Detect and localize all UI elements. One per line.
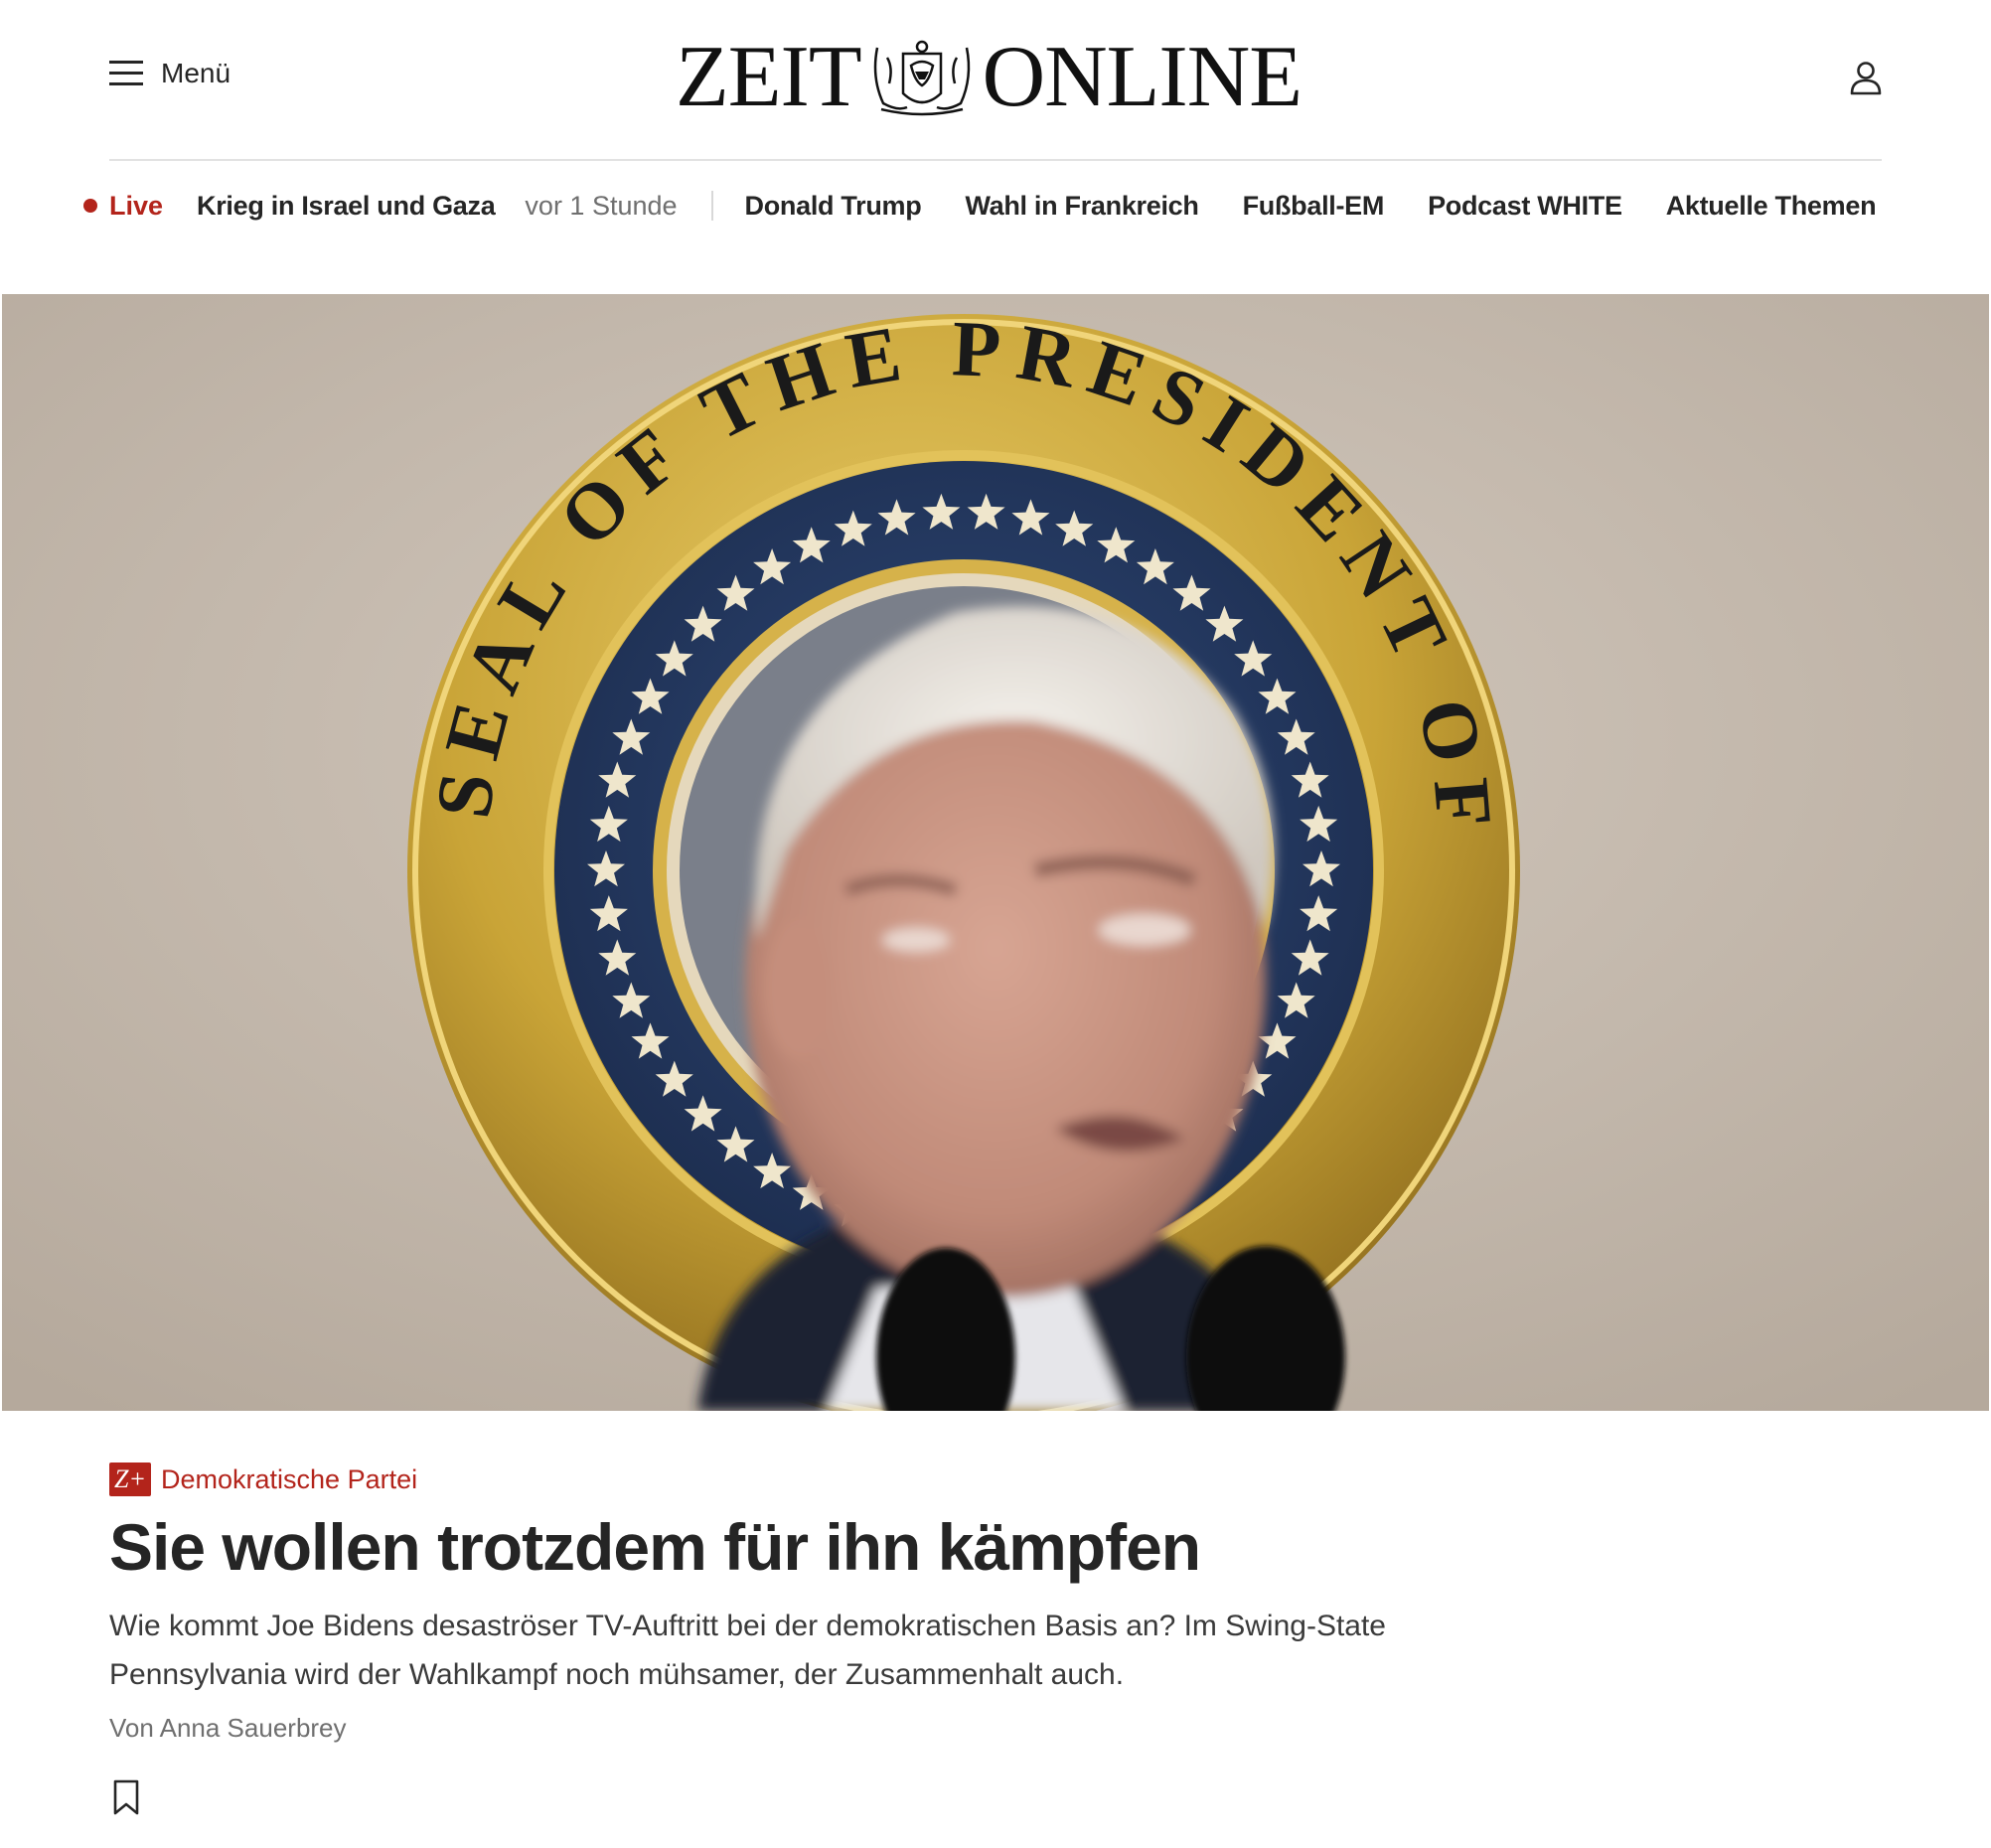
header-divider [109,159,1882,161]
live-dot-icon [83,199,97,213]
live-topic-link[interactable]: Krieg in Israel und Gaza [197,191,496,222]
topic-link-aktuelle-themen[interactable]: Aktuelle Themen [1666,191,1877,222]
hero-photo-seal-and-speaker: SEAL OF THE PRESIDENT OF THE UNITED STAT… [2,294,1989,1411]
topic-navigation: Live Krieg in Israel und Gaza vor 1 Stun… [83,181,1981,231]
hero-image[interactable]: SEAL OF THE PRESIDENT OF THE UNITED STAT… [2,294,1989,1411]
live-badge[interactable]: Live [83,191,163,222]
logo-word-online: ONLINE [982,29,1302,125]
kicker-text: Demokratische Partei [161,1463,418,1494]
topic-link-wahl-frankreich[interactable]: Wahl in Frankreich [965,191,1198,222]
article-summary[interactable]: Wie kommt Joe Bidens desaströser TV-Auft… [109,1602,1500,1699]
article-kicker[interactable]: Z+ Demokratische Partei [109,1463,417,1496]
site-header: Menü ZEIT ONLINE [0,0,1991,161]
menu-label: Menü [161,58,231,88]
topic-link-fussball-em[interactable]: Fußball-EM [1243,191,1385,222]
hamburger-menu-icon [109,61,143,86]
site-logo[interactable]: ZEIT ONLINE [676,34,1302,121]
article-headline[interactable]: Sie wollen trotzdem für ihn kämpfen [109,1508,1201,1587]
z-plus-icon: Z+ [109,1463,151,1496]
menu-button[interactable]: Menü [109,58,230,89]
live-label: Live [109,190,164,221]
zeit-eagle-crest-icon [873,40,970,116]
user-account-icon[interactable] [1846,58,1886,97]
topic-link-donald-trump[interactable]: Donald Trump [745,191,922,222]
bookmark-icon[interactable] [111,1778,141,1816]
logo-word-zeit: ZEIT [676,29,862,125]
live-timestamp: vor 1 Stunde [525,190,678,221]
topic-separator [710,191,713,221]
topic-link-podcast-white[interactable]: Podcast WHITE [1428,191,1622,222]
article-byline: Von Anna Sauerbrey [109,1713,347,1743]
